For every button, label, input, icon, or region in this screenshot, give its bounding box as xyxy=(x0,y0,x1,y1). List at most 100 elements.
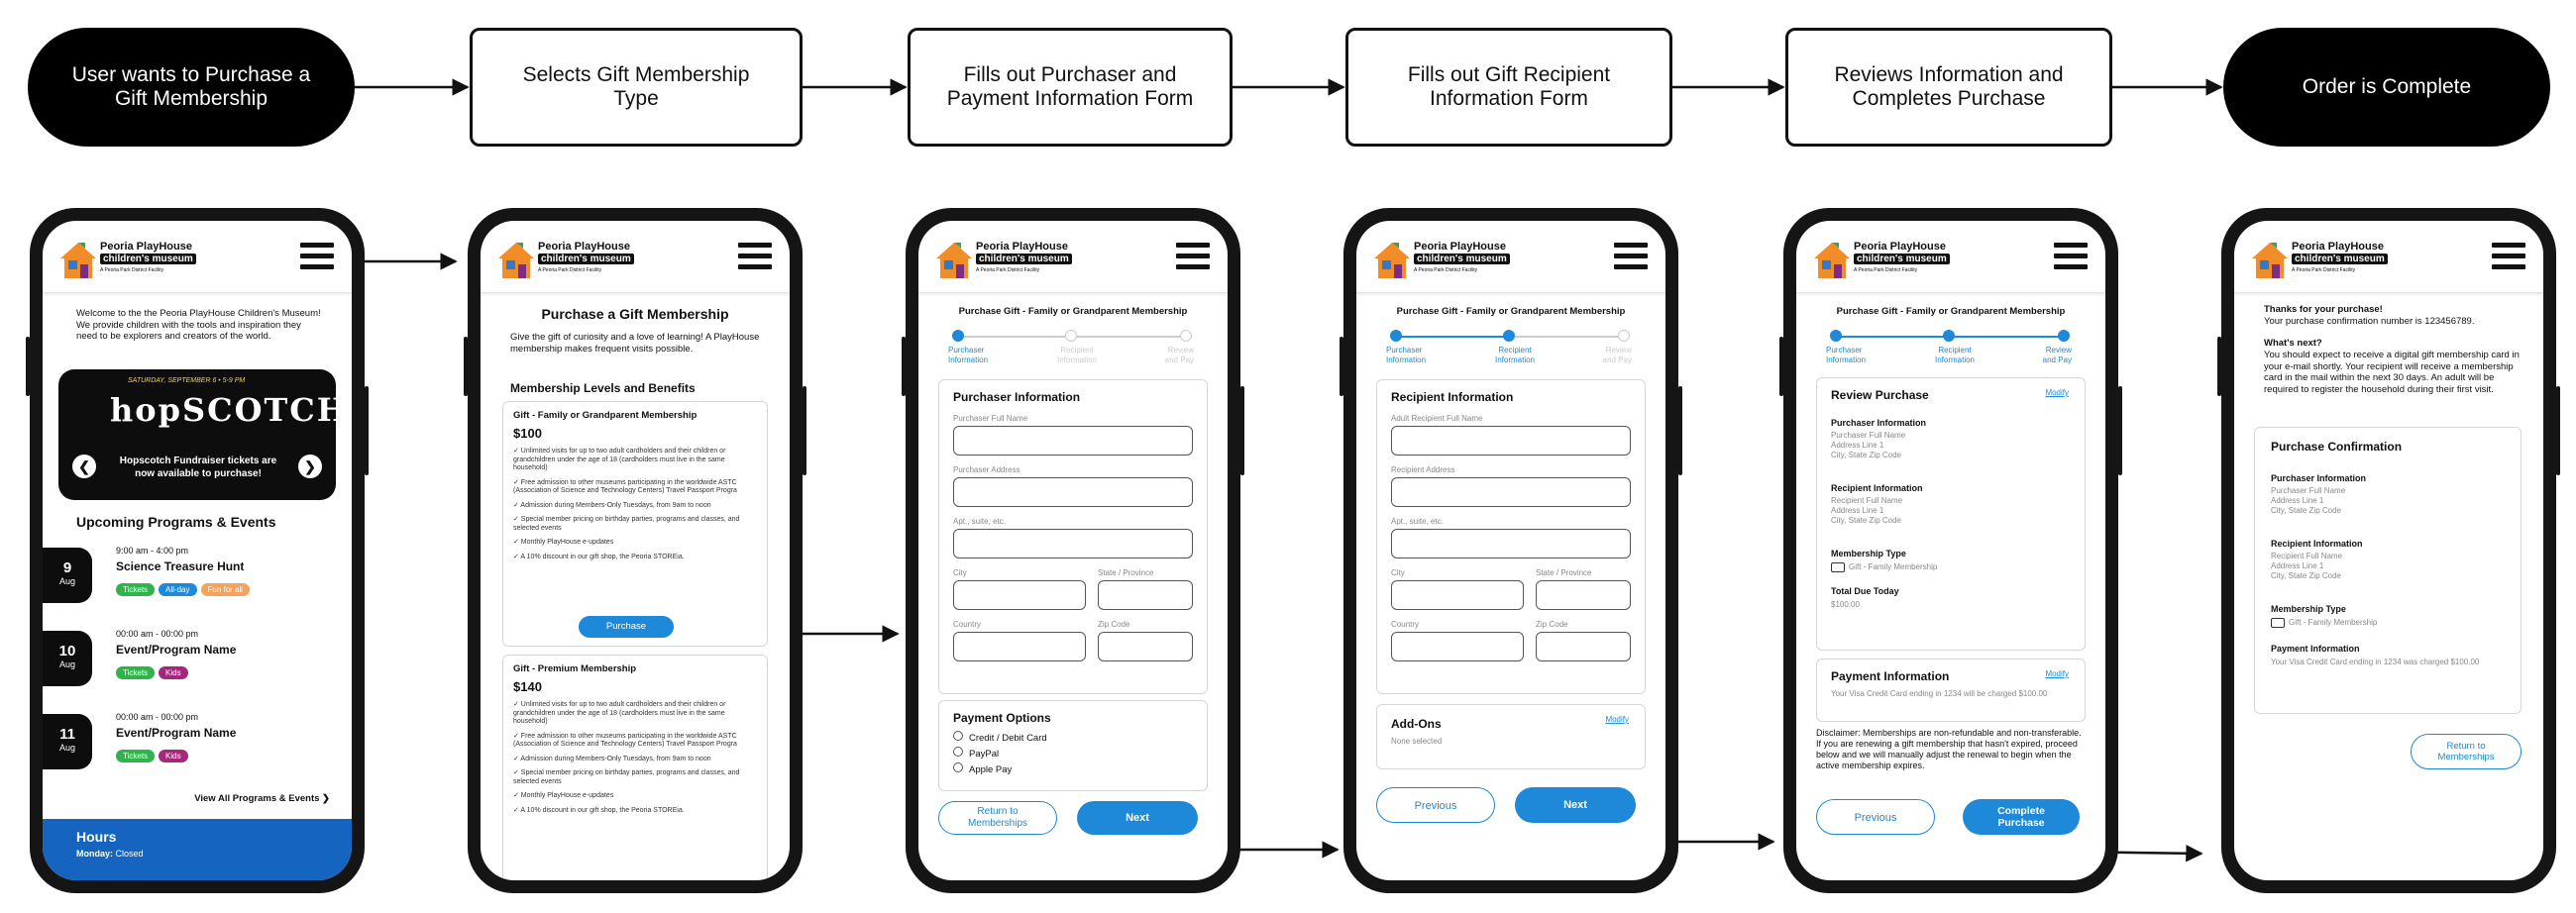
event-row[interactable]: 11 Aug 00:00 am - 00:00 pm Event/Program… xyxy=(43,704,352,787)
hamburger-menu-icon[interactable] xyxy=(738,243,772,270)
modify-link[interactable]: Modify xyxy=(2045,669,2069,678)
payment-option[interactable]: Apple Pay xyxy=(953,762,1047,778)
modify-link[interactable]: Modify xyxy=(1605,715,1629,724)
screen-purchaser-form: Peoria PlayHouse children's museum A Peo… xyxy=(918,221,1228,880)
event-row[interactable]: 9 Aug 9:00 am - 4:00 pm Science Treasure… xyxy=(43,538,352,621)
hamburger-menu-icon[interactable] xyxy=(1176,243,1210,270)
whats-next-heading: What's next? xyxy=(2264,338,2322,349)
radio-icon[interactable] xyxy=(953,762,963,772)
recipient-address-input[interactable] xyxy=(1391,477,1631,507)
house-logo-icon xyxy=(2252,243,2288,278)
hamburger-menu-icon[interactable] xyxy=(2054,243,2088,270)
field-label: Zip Code xyxy=(1536,620,1568,629)
section-title: Review Purchase xyxy=(1831,388,1929,402)
flow-step-review: Reviews Information and Completes Purcha… xyxy=(1785,28,2112,147)
state-input[interactable] xyxy=(1098,580,1193,610)
radio-icon[interactable] xyxy=(953,731,963,741)
chevron-right-icon[interactable]: ❯ xyxy=(298,455,322,478)
payment-option[interactable]: Credit / Debit Card xyxy=(953,731,1047,747)
hamburger-menu-icon[interactable] xyxy=(300,243,334,270)
address-input[interactable] xyxy=(953,477,1193,507)
recipient-title: Recipient Information xyxy=(1831,483,1923,493)
next-button[interactable]: Next xyxy=(1077,801,1198,835)
field-label: City xyxy=(953,568,967,577)
recipient-name-input[interactable] xyxy=(1391,426,1631,456)
hamburger-menu-icon[interactable] xyxy=(2492,243,2525,270)
country-input[interactable] xyxy=(1391,632,1524,661)
user-flow-diagram: User wants to Purchase a Gift Membership… xyxy=(0,0,2576,913)
brand-logo[interactable]: Peoria PlayHouse children's museum A Peo… xyxy=(496,235,645,280)
plan-price: $140 xyxy=(513,679,542,694)
zip-input[interactable] xyxy=(1098,632,1193,661)
tag-all-day[interactable]: All-day xyxy=(159,583,197,596)
country-input[interactable] xyxy=(953,632,1086,661)
tag-kids[interactable]: Kids xyxy=(159,666,188,679)
levels-title: Membership Levels and Benefits xyxy=(510,381,696,395)
next-button[interactable]: Next xyxy=(1515,787,1636,823)
banner-logo-text: hopSCOTCH xyxy=(110,391,349,429)
radio-icon[interactable] xyxy=(953,747,963,757)
tag-tickets[interactable]: Tickets xyxy=(116,750,156,762)
tag-tickets[interactable]: Tickets xyxy=(116,666,156,679)
return-to-memberships-button[interactable]: Return to Memberships xyxy=(2411,734,2522,769)
review-card: Review Purchase Modify Purchaser Informa… xyxy=(1816,377,2086,651)
hours-section: Hours Monday: Closed xyxy=(43,819,352,880)
chevron-left-icon[interactable]: ❮ xyxy=(72,455,96,478)
tag-kids[interactable]: Kids xyxy=(159,750,188,762)
complete-purchase-button[interactable]: Complete Purchase xyxy=(1963,799,2080,835)
step-label: Recipient Information xyxy=(1056,346,1098,364)
modify-link[interactable]: Modify xyxy=(2045,388,2069,397)
brand-logo[interactable]: Peoria PlayHouse children's museum A Peo… xyxy=(1812,235,1961,280)
flow-step-label: Fills out Purchaser and Payment Informat… xyxy=(946,63,1194,110)
return-to-memberships-button[interactable]: Return to Memberships xyxy=(938,801,1057,835)
event-time: 9:00 am - 4:00 pm xyxy=(116,546,189,556)
thanks-heading: Thanks for your purchase! xyxy=(2264,304,2383,315)
tag-fun-for-all[interactable]: Fun for all xyxy=(200,583,251,596)
step-label: Purchaser Information xyxy=(1386,346,1427,364)
brand-sub: children's museum xyxy=(538,254,634,264)
state-input[interactable] xyxy=(1536,580,1631,610)
connector-arrows xyxy=(329,78,2223,862)
step-dot-active xyxy=(1830,330,1842,342)
step-label: Recipient Information xyxy=(1494,346,1536,364)
apt-input[interactable] xyxy=(953,529,1193,558)
brand-logo[interactable]: Peoria PlayHouse children's museum A Peo… xyxy=(58,235,207,280)
city-input[interactable] xyxy=(953,580,1086,610)
full-name-input[interactable] xyxy=(953,426,1193,456)
event-row[interactable]: 10 Aug 00:00 am - 00:00 pm Event/Program… xyxy=(43,621,352,704)
plan-name: Gift - Premium Membership xyxy=(513,663,637,674)
hamburger-menu-icon[interactable] xyxy=(1614,243,1648,270)
payment-option[interactable]: PayPal xyxy=(953,747,1047,762)
event-date-badge: 10 Aug xyxy=(43,631,92,686)
site-header: Peoria PlayHouse children's museum A Peo… xyxy=(1796,221,2105,293)
zip-input[interactable] xyxy=(1536,632,1631,661)
section-title: Recipient Information xyxy=(1391,390,1514,404)
brand-logo[interactable]: Peoria PlayHouse children's museum A Peo… xyxy=(2250,235,2399,280)
screen-select-type: Peoria PlayHouse children's museum A Peo… xyxy=(481,221,790,880)
tag-tickets[interactable]: Tickets xyxy=(116,583,156,596)
city-input[interactable] xyxy=(1391,580,1524,610)
benefit-item: ✓ Unlimited visits for up to two adult c… xyxy=(513,701,726,725)
brand-logo[interactable]: Peoria PlayHouse children's museum A Peo… xyxy=(1372,235,1521,280)
previous-button[interactable]: Previous xyxy=(1816,799,1935,835)
hours-title: Hours xyxy=(76,829,117,845)
brand-tag: A Peoria Park District Facility xyxy=(100,267,164,273)
flow-step-purchaser-form: Fills out Purchaser and Payment Informat… xyxy=(908,28,1233,147)
view-all-link[interactable]: View All Programs & Events ❯ xyxy=(194,793,330,804)
screen-confirmation: Peoria PlayHouse children's museum A Peo… xyxy=(2234,221,2543,880)
phone-purchaser-form: Peoria PlayHouse children's museum A Peo… xyxy=(902,208,1244,893)
apt-input[interactable] xyxy=(1391,529,1631,558)
disclaimer-text: Disclaimer: Memberships are non-refundab… xyxy=(1816,728,2082,770)
step-label: Review and Pay xyxy=(1602,346,1632,364)
brand-name: Peoria PlayHouse xyxy=(100,241,192,253)
previous-button[interactable]: Previous xyxy=(1376,787,1495,823)
step-dot-active xyxy=(2058,330,2070,342)
hopscotch-banner[interactable]: SATURDAY, SEPTEMBER 6 • 5-9 PM hopSCOTCH… xyxy=(58,369,347,500)
purchase-button[interactable]: Purchase xyxy=(579,616,674,638)
plan-benefits: ✓ Unlimited visits for up to two adult c… xyxy=(513,701,761,815)
payment-info-card: Payment Information Modify Your Visa Cre… xyxy=(1816,659,2086,722)
recipient-title: Recipient Information xyxy=(2271,539,2363,549)
programs-title: Upcoming Programs & Events xyxy=(76,514,276,530)
brand-logo[interactable]: Peoria PlayHouse children's museum A Peo… xyxy=(934,235,1083,280)
field-label: Country xyxy=(953,620,982,629)
